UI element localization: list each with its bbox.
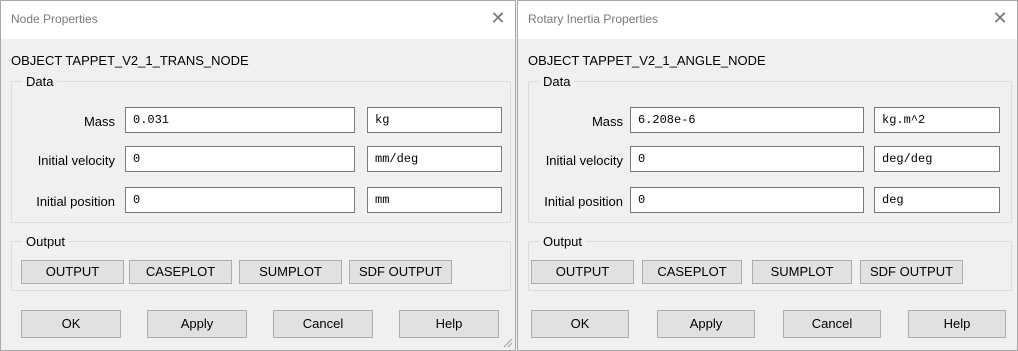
ok-button[interactable]: OK <box>21 310 121 338</box>
caseplot-button[interactable]: CASEPLOT <box>642 260 742 284</box>
initial-velocity-unit-input[interactable]: mm/deg <box>367 146 502 172</box>
rotary-inertia-properties-window: Rotary Inertia Properties ✕ OBJECT TAPPE… <box>517 0 1018 351</box>
close-icon[interactable]: ✕ <box>489 9 507 27</box>
title-bar[interactable]: Node Properties ✕ <box>1 1 515 39</box>
object-label: OBJECT TAPPET_V2_1_ANGLE_NODE <box>528 53 766 68</box>
node-properties-window: Node Properties ✕ OBJECT TAPPET_V2_1_TRA… <box>0 0 516 351</box>
initial-position-input[interactable]: 0 <box>630 187 864 213</box>
object-label: OBJECT TAPPET_V2_1_TRANS_NODE <box>11 53 249 68</box>
initial-velocity-label: Initial velocity <box>37 153 115 168</box>
mass-input[interactable]: 6.208e-6 <box>630 107 864 133</box>
apply-button[interactable]: Apply <box>147 310 247 338</box>
window-title: Node Properties <box>11 12 98 26</box>
help-button[interactable]: Help <box>399 310 499 338</box>
output-button[interactable]: OUTPUT <box>21 260 124 284</box>
initial-position-label: Initial position <box>36 194 115 209</box>
mass-unit-input[interactable]: kg.m^2 <box>874 107 1000 133</box>
resize-grip-icon[interactable] <box>501 336 513 348</box>
initial-velocity-unit-input[interactable]: deg/deg <box>874 146 1000 172</box>
output-group-legend: Output <box>539 234 587 249</box>
ok-button[interactable]: OK <box>531 310 629 338</box>
output-button[interactable]: OUTPUT <box>531 260 634 284</box>
title-bar[interactable]: Rotary Inertia Properties ✕ <box>518 1 1017 39</box>
initial-position-unit-input[interactable]: mm <box>367 187 502 213</box>
apply-button[interactable]: Apply <box>657 310 755 338</box>
output-group-legend: Output <box>22 234 70 249</box>
data-group-legend: Data <box>22 74 58 89</box>
initial-position-unit-input[interactable]: deg <box>874 187 1000 213</box>
cancel-button[interactable]: Cancel <box>783 310 881 338</box>
caseplot-button[interactable]: CASEPLOT <box>129 260 232 284</box>
initial-velocity-input[interactable]: 0 <box>630 146 864 172</box>
sdf-output-button[interactable]: SDF OUTPUT <box>349 260 452 284</box>
window-title: Rotary Inertia Properties <box>528 12 659 26</box>
cancel-button[interactable]: Cancel <box>273 310 373 338</box>
mass-label: Mass <box>591 114 623 129</box>
mass-unit-input[interactable]: kg <box>367 107 502 133</box>
help-button[interactable]: Help <box>908 310 1006 338</box>
initial-velocity-label: Initial velocity <box>545 153 623 168</box>
close-icon[interactable]: ✕ <box>991 9 1009 27</box>
sdf-output-button[interactable]: SDF OUTPUT <box>860 260 963 284</box>
mass-label: Mass <box>83 114 115 129</box>
initial-position-input[interactable]: 0 <box>125 187 355 213</box>
initial-position-label: Initial position <box>544 194 623 209</box>
sumplot-button[interactable]: SUMPLOT <box>239 260 342 284</box>
sumplot-button[interactable]: SUMPLOT <box>752 260 852 284</box>
initial-velocity-input[interactable]: 0 <box>125 146 355 172</box>
data-group-legend: Data <box>539 74 575 89</box>
mass-input[interactable]: 0.031 <box>125 107 355 133</box>
